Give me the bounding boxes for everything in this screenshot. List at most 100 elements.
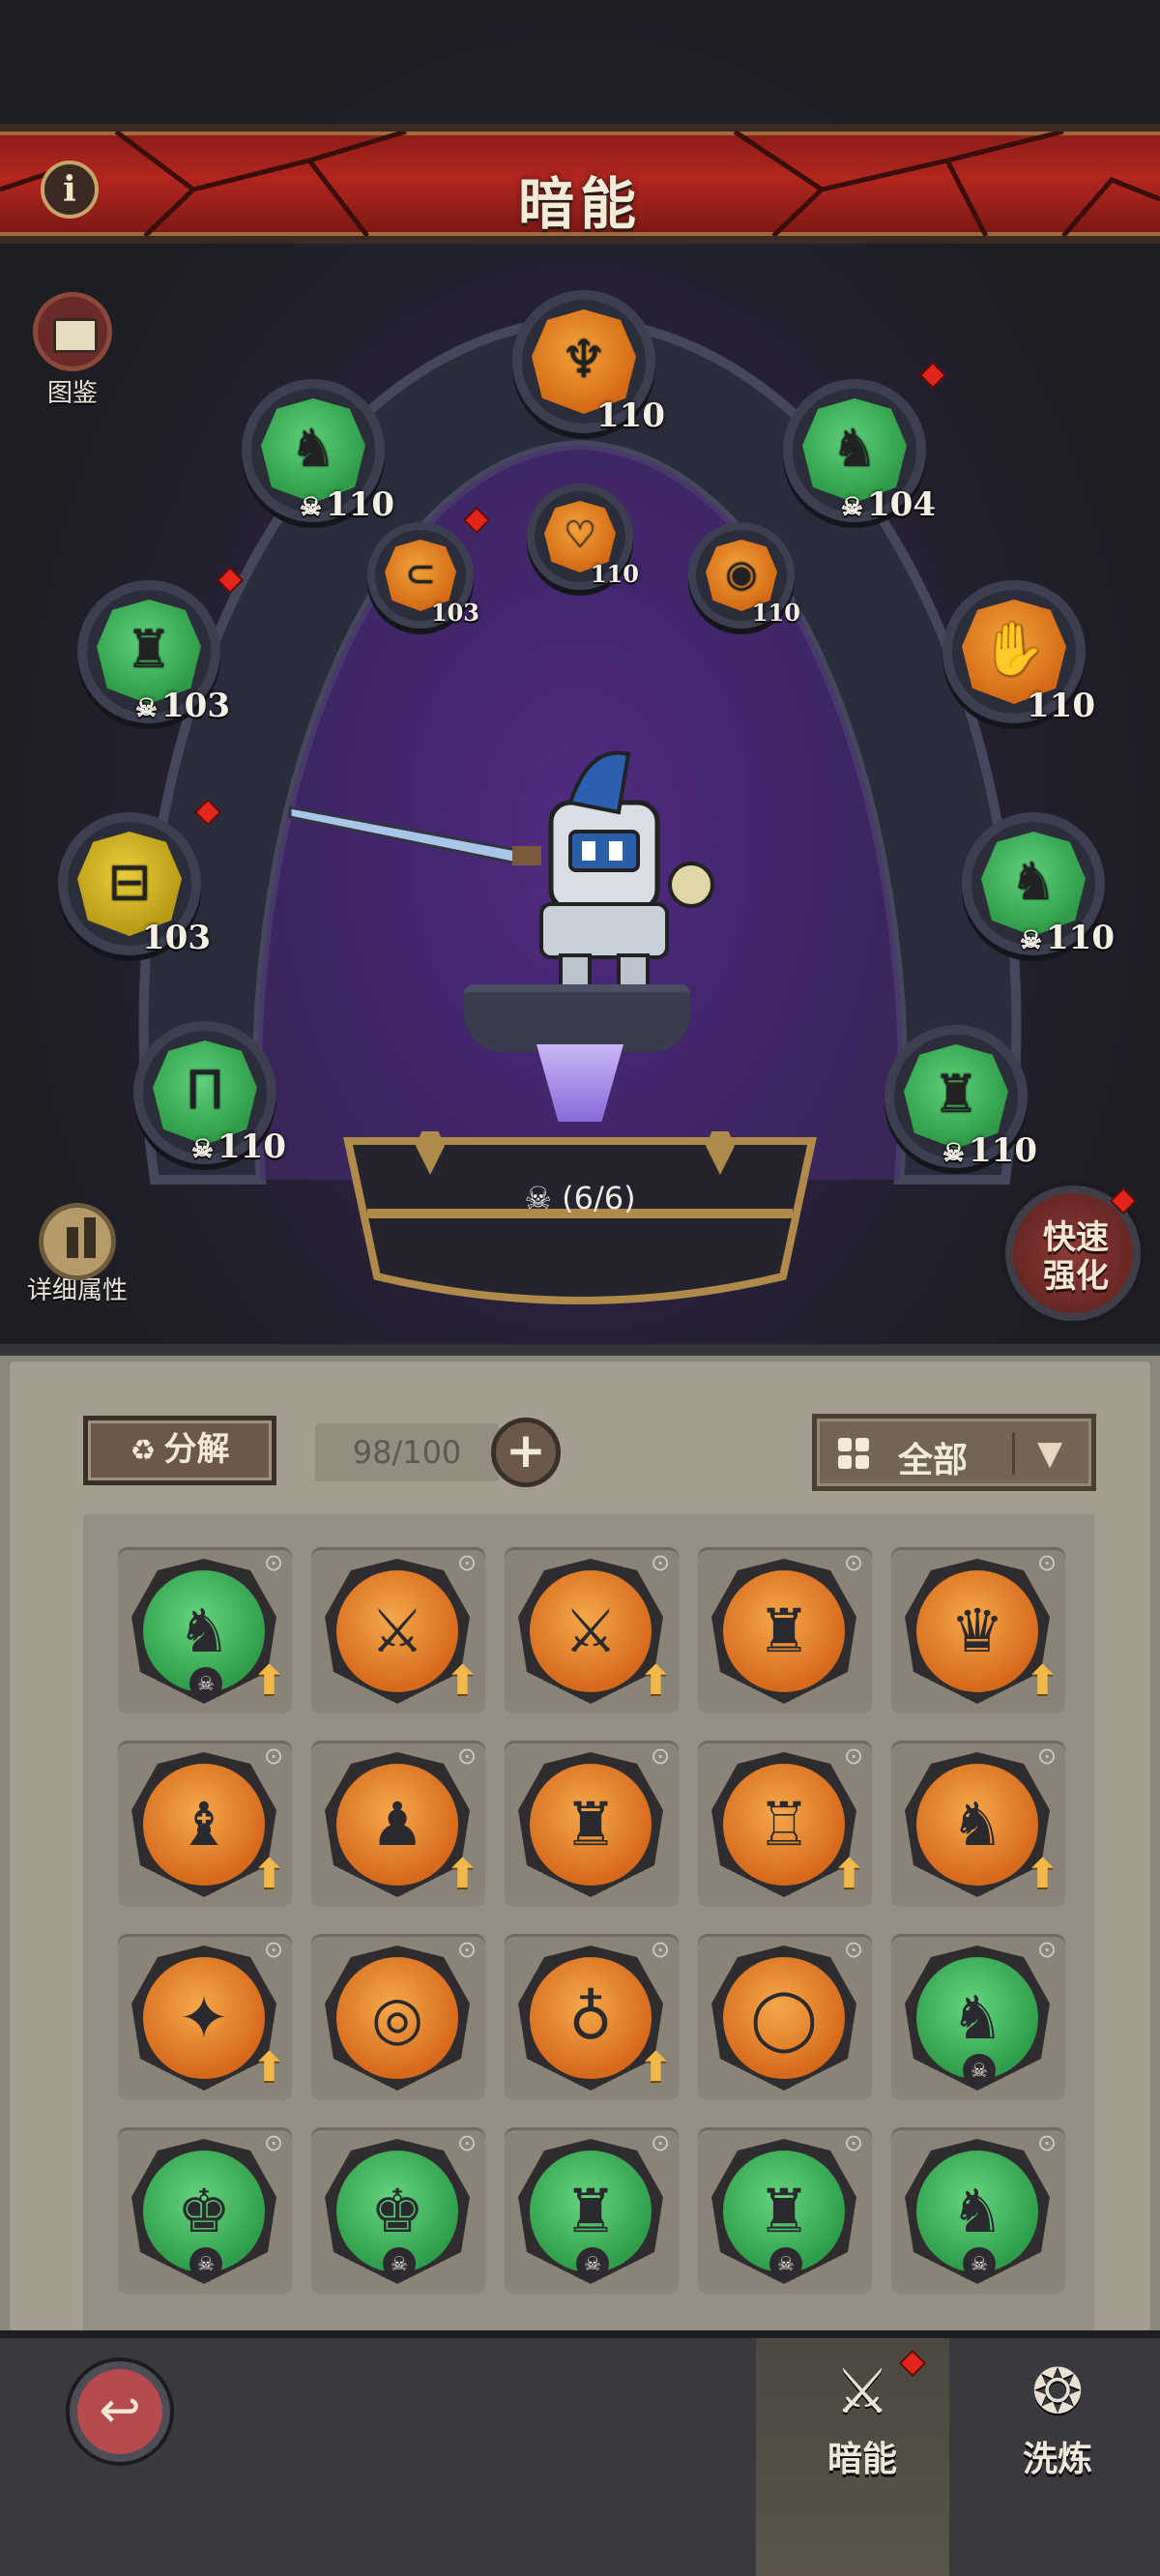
item-icon: ✦	[179, 1982, 229, 2053]
lock-icon[interactable]: ⊙	[452, 2129, 481, 2158]
inventory-item[interactable]: ♟ ⊙ ⬆	[311, 1741, 485, 1907]
equipment-stage: i 暗能 图鉴 ♆ 110 ♞ ☠ 110 ♞ ☠ 104 ⊂ 103 ♡ 110 ◉ 110 ♜ ☠ 103 ✋…	[0, 0, 1160, 1344]
slot-low-left[interactable]: ⊟ 103	[58, 812, 211, 957]
slot-level: 110	[590, 560, 639, 588]
item-icon: ⚔	[370, 1595, 424, 1666]
lock-icon[interactable]: ⊙	[259, 1742, 288, 1771]
slot-bottom-right[interactable]: ♜ ☠ 110	[884, 1025, 1037, 1170]
back-button[interactable]: ↩	[70, 2361, 170, 2462]
inventory-item[interactable]: ♁ ⊙ ⬆	[505, 1934, 679, 2100]
lock-icon[interactable]: ⊙	[1032, 1936, 1061, 1965]
tab-refine[interactable]: ❂ 洗炼	[990, 2354, 1125, 2481]
expand-capacity-button[interactable]: +	[491, 1418, 561, 1487]
filter-label: 全部	[898, 1441, 969, 1480]
lock-icon[interactable]: ⊙	[646, 2129, 675, 2158]
quick-enhance-label: 快速 强化	[1043, 1218, 1109, 1296]
lock-icon[interactable]: ⊙	[452, 1549, 481, 1578]
title-banner: i 暗能	[0, 124, 1160, 244]
lock-icon[interactable]: ⊙	[259, 2129, 288, 2158]
lock-icon[interactable]: ⊙	[452, 1936, 481, 1965]
lock-icon[interactable]: ⊙	[839, 2129, 868, 2158]
lock-icon[interactable]: ⊙	[1032, 1549, 1061, 1578]
upgrade-arrow-icon: ⬆	[445, 1850, 479, 1897]
upgrade-arrow-icon: ⬆	[1025, 1850, 1059, 1897]
skull-icon: ☠	[190, 1135, 215, 1164]
back-arrow-icon: ↩	[99, 2382, 141, 2440]
slot-low-right[interactable]: ♞ ☠ 110	[962, 812, 1115, 957]
filter-divider	[1012, 1432, 1015, 1475]
skull-badge-icon: ☠	[189, 2247, 222, 2280]
lock-icon[interactable]: ⊙	[839, 1742, 868, 1771]
lock-icon[interactable]: ⊙	[1032, 1742, 1061, 1771]
item-icon: ♝	[177, 1789, 231, 1859]
hero-character	[288, 750, 714, 991]
detail-attributes-button[interactable]: 详细属性	[19, 1203, 135, 1306]
lock-icon[interactable]: ⊙	[452, 1742, 481, 1771]
slot-inner-left[interactable]: ⊂ 103	[367, 522, 479, 629]
inventory-item[interactable]: ◎ ⊙	[311, 1934, 485, 2100]
lock-icon[interactable]: ⊙	[839, 1549, 868, 1578]
inventory-item[interactable]: ♞ ⊙ ☠ ⬆	[118, 1547, 292, 1713]
slot-inner-right[interactable]: ◉ 110	[688, 522, 800, 629]
bar-chart-icon	[39, 1203, 116, 1280]
lock-icon[interactable]: ⊙	[646, 1936, 675, 1965]
page-title: 暗能	[517, 171, 642, 237]
inventory-item[interactable]: ✦ ⊙ ⬆	[118, 1934, 292, 2100]
inventory-item[interactable]: ♝ ⊙ ⬆	[118, 1741, 292, 1907]
skull-icon: ☠	[942, 1139, 966, 1168]
lock-icon[interactable]: ⊙	[1032, 2129, 1061, 2158]
skull-badge-icon: ☠	[189, 1667, 222, 1700]
book-icon	[33, 292, 112, 371]
inventory-item[interactable]: ♖ ⊙ ⬆	[698, 1741, 872, 1907]
slot-level: ☠ 110	[1019, 919, 1115, 957]
codex-button[interactable]: 图鉴	[29, 292, 116, 409]
slot-level: 110	[1027, 687, 1095, 725]
inventory-surface: ♻ 分解 98/100 + 全部 ▼ ♞ ⊙ ☠ ⬆ ⚔ ⊙ ⬆ ⚔ ⊙ ⬆ ♜ ⊙ ♛ ⊙ ⬆ ♝ ⊙ ⬆ ♟ ⊙ ⬆ ♜…	[10, 1361, 1150, 2346]
slot-top[interactable]: ♆ 110	[512, 290, 665, 435]
inventory-item[interactable]: ♜ ⊙ ☠	[698, 2127, 872, 2294]
slot-level: ☠ 104	[840, 485, 936, 524]
skull-badge-icon: ☠	[963, 2054, 996, 2087]
inventory-item[interactable]: ♞ ⊙ ☠	[891, 2127, 1065, 2294]
inventory-item[interactable]: ♚ ⊙ ☠	[118, 2127, 292, 2294]
lock-icon[interactable]: ⊙	[839, 1936, 868, 1965]
inventory-item[interactable]: ♜ ⊙	[505, 1741, 679, 1907]
belt-icon: ⊂	[405, 552, 436, 596]
chest-icon: ♜	[125, 618, 173, 680]
decompose-button[interactable]: ♻ 分解	[83, 1416, 276, 1485]
item-icon: ♜	[757, 1595, 811, 1666]
grid-icon	[838, 1438, 871, 1471]
item-icon: ♁	[568, 1982, 613, 2053]
slot-mid-right[interactable]: ✋ 110	[942, 580, 1095, 725]
lock-icon[interactable]: ⊙	[646, 1742, 675, 1771]
slot-level: 110	[751, 599, 800, 627]
inventory-item[interactable]: ♚ ⊙ ☠	[311, 2127, 485, 2294]
item-icon: ♟	[370, 1789, 424, 1859]
slot-level: ☠ 103	[134, 687, 230, 725]
helm-icon: ♞	[830, 417, 879, 479]
inventory-capacity: 98/100	[315, 1423, 499, 1481]
lock-icon[interactable]: ⊙	[259, 1549, 288, 1578]
slot-upper-right[interactable]: ♞ ☠ 104	[783, 379, 936, 524]
slot-bottom-left[interactable]: Π ☠ 110	[133, 1021, 286, 1166]
inventory-item[interactable]: ♞ ⊙ ⬆	[891, 1741, 1065, 1907]
inventory-item[interactable]: ⚔ ⊙ ⬆	[505, 1547, 679, 1713]
slot-inner-center[interactable]: ♡ 110	[527, 483, 639, 590]
lock-icon[interactable]: ⊙	[259, 1936, 288, 1965]
inventory-item[interactable]: ♞ ⊙ ☠	[891, 1934, 1065, 2100]
filter-dropdown[interactable]: 全部 ▼	[812, 1414, 1096, 1491]
slot-level: 103	[430, 599, 479, 627]
triple-ring-icon: ❂	[1031, 2356, 1084, 2428]
inventory-item[interactable]: ◯ ⊙	[698, 1934, 872, 2100]
skull-icon: ☠	[1019, 926, 1043, 955]
inventory-item[interactable]: ♜ ⊙ ☠	[505, 2127, 679, 2294]
lock-icon[interactable]: ⊙	[646, 1549, 675, 1578]
inventory-item[interactable]: ♜ ⊙	[698, 1547, 872, 1713]
hero-pedestal	[464, 984, 690, 1052]
inventory-item[interactable]: ⚔ ⊙ ⬆	[311, 1547, 485, 1713]
slot-upper-left[interactable]: ♞ ☠ 110	[242, 379, 394, 524]
slot-mid-left[interactable]: ♜ ☠ 103	[77, 580, 230, 725]
inventory-item[interactable]: ♛ ⊙ ⬆	[891, 1547, 1065, 1713]
item-icon: ♛	[950, 1595, 1004, 1666]
crossbow-icon: ♆	[560, 328, 608, 390]
